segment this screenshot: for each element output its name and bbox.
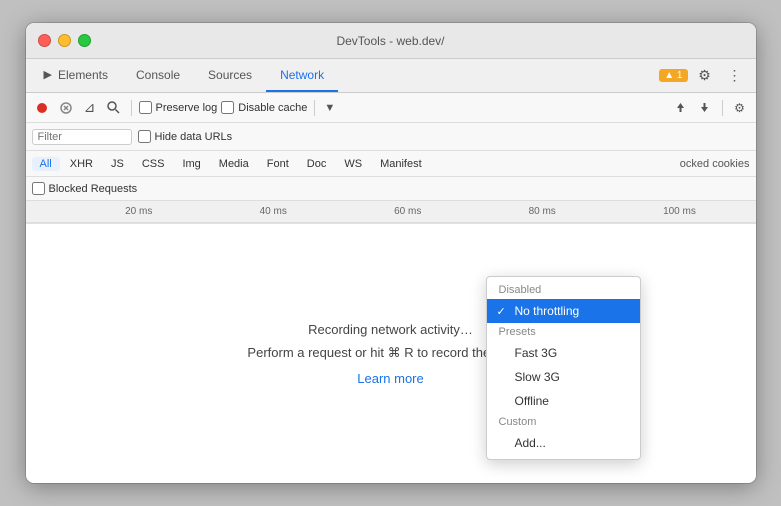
warning-badge[interactable]: ▲ 1: [659, 69, 687, 82]
stop-button[interactable]: [56, 98, 76, 118]
dropdown-section-custom: Custom: [487, 413, 640, 431]
throttling-dropdown-arrow: ▼: [324, 102, 335, 114]
type-tab-all[interactable]: All: [32, 157, 60, 171]
titlebar: DevTools - web.dev/: [26, 23, 756, 59]
search-button[interactable]: [104, 98, 124, 118]
network-settings-icon: ⚙: [734, 101, 745, 115]
throttling-dropdown-trigger[interactable]: ▼: [324, 102, 338, 114]
filter-bar: Hide data URLs: [26, 123, 756, 151]
filter-input[interactable]: [32, 129, 132, 145]
tab-console-label: Console: [136, 68, 180, 82]
upload-button[interactable]: [671, 98, 691, 118]
download-icon: [698, 101, 711, 114]
blocked-requests-checkbox[interactable]: [32, 182, 45, 195]
dropdown-item-fast3g[interactable]: Fast 3G: [487, 341, 640, 365]
window-title: DevTools - web.dev/: [336, 34, 444, 48]
tab-elements[interactable]: ▶ Elements: [30, 59, 123, 92]
settings-icon-btn[interactable]: ⚙: [692, 63, 718, 89]
minimize-button[interactable]: [58, 34, 71, 47]
dropdown-label-fast3g: Fast 3G: [515, 346, 558, 360]
recording-text: Recording network activity…: [308, 322, 473, 337]
cursor-icon: ▶: [44, 68, 52, 81]
download-button[interactable]: [695, 98, 715, 118]
tab-network-label: Network: [280, 68, 324, 82]
stop-icon: [60, 102, 72, 114]
more-icon-btn[interactable]: ⋮: [722, 63, 748, 89]
separator-2: [314, 100, 315, 116]
disable-cache-label: Disable cache: [238, 102, 307, 114]
maximize-button[interactable]: [78, 34, 91, 47]
tick-5: 100 ms: [663, 206, 696, 217]
dropdown-label-no-throttling: No throttling: [515, 304, 580, 318]
dropdown-label-offline: Offline: [515, 394, 549, 408]
tick-3: 60 ms: [394, 206, 421, 217]
type-tab-ws[interactable]: WS: [336, 157, 370, 171]
dropdown-item-no-throttling[interactable]: ✓ No throttling: [487, 299, 640, 323]
checkmark-icon: ✓: [497, 305, 506, 318]
filter-icon: ⊿: [84, 99, 96, 116]
tick-2: 40 ms: [260, 206, 287, 217]
type-tabs-bar: All XHR JS CSS Img Media Font Doc WS Man…: [26, 151, 756, 177]
record-icon: [36, 102, 48, 114]
badge-label: ▲ 1: [664, 70, 682, 81]
tab-bar: ▶ Elements Console Sources Network ▲ 1 ⚙…: [26, 59, 756, 93]
throttling-dropdown: Disabled ✓ No throttling Presets Fast 3G…: [486, 276, 641, 460]
close-button[interactable]: [38, 34, 51, 47]
main-content: Recording network activity… Perform a re…: [26, 223, 756, 483]
network-settings-button[interactable]: ⚙: [730, 98, 750, 118]
tabbar-right: ▲ 1 ⚙ ⋮: [659, 59, 751, 92]
tick-1: 20 ms: [125, 206, 152, 217]
settings-icon: ⚙: [698, 67, 711, 84]
dropdown-section-presets: Presets: [487, 323, 640, 341]
tab-elements-label: Elements: [58, 68, 108, 82]
dropdown-label-add: Add...: [515, 436, 546, 450]
search-icon: [107, 101, 120, 114]
type-tab-font[interactable]: Font: [259, 157, 297, 171]
tick-4: 80 ms: [529, 206, 556, 217]
filter-button[interactable]: ⊿: [80, 98, 100, 118]
type-tab-media[interactable]: Media: [211, 157, 257, 171]
timeline-ticks: 20 ms 40 ms 60 ms 80 ms 100 ms: [32, 206, 750, 217]
tab-sources-label: Sources: [208, 68, 252, 82]
record-button[interactable]: [32, 98, 52, 118]
dropdown-item-offline[interactable]: Offline: [487, 389, 640, 413]
network-toolbar: ⊿ Preserve log Disable cache ▼: [26, 93, 756, 123]
type-tab-xhr[interactable]: XHR: [62, 157, 101, 171]
separator-1: [131, 100, 132, 116]
separator-3: [722, 100, 723, 116]
blocked-cookies-text: ocked cookies: [680, 158, 750, 170]
learn-more-link[interactable]: Learn more: [357, 371, 423, 386]
tab-console[interactable]: Console: [122, 59, 194, 92]
type-tab-doc[interactable]: Doc: [299, 157, 335, 171]
devtools-window: DevTools - web.dev/ ▶ Elements Console S…: [26, 23, 756, 483]
window-controls: [38, 34, 91, 47]
hide-data-urls-text: Hide data URLs: [155, 131, 233, 143]
dropdown-item-add[interactable]: Add...: [487, 431, 640, 455]
more-icon: ⋮: [728, 67, 742, 84]
disable-cache-checkbox[interactable]: [221, 101, 234, 114]
type-tab-manifest[interactable]: Manifest: [372, 157, 430, 171]
hide-data-urls-label[interactable]: Hide data URLs: [138, 130, 233, 143]
dropdown-item-slow3g[interactable]: Slow 3G: [487, 365, 640, 389]
preserve-log-label: Preserve log: [156, 102, 218, 114]
type-tab-css[interactable]: CSS: [134, 157, 173, 171]
type-tab-js[interactable]: JS: [103, 157, 132, 171]
blocked-requests-bar: Blocked Requests: [26, 177, 756, 201]
blocked-requests-label[interactable]: Blocked Requests: [32, 182, 138, 195]
hide-data-urls-checkbox[interactable]: [138, 130, 151, 143]
upload-icon: [674, 101, 687, 114]
tab-sources[interactable]: Sources: [194, 59, 266, 92]
blocked-requests-text: Blocked Requests: [49, 183, 138, 195]
tab-network[interactable]: Network: [266, 59, 338, 92]
dropdown-label-slow3g: Slow 3G: [515, 370, 560, 384]
timeline-header: 20 ms 40 ms 60 ms 80 ms 100 ms: [26, 201, 756, 223]
disable-cache-checkbox-label[interactable]: Disable cache: [221, 101, 307, 114]
type-tab-img[interactable]: Img: [174, 157, 208, 171]
preserve-log-checkbox-label[interactable]: Preserve log: [139, 101, 218, 114]
dropdown-section-disabled: Disabled: [487, 281, 640, 299]
preserve-log-checkbox[interactable]: [139, 101, 152, 114]
